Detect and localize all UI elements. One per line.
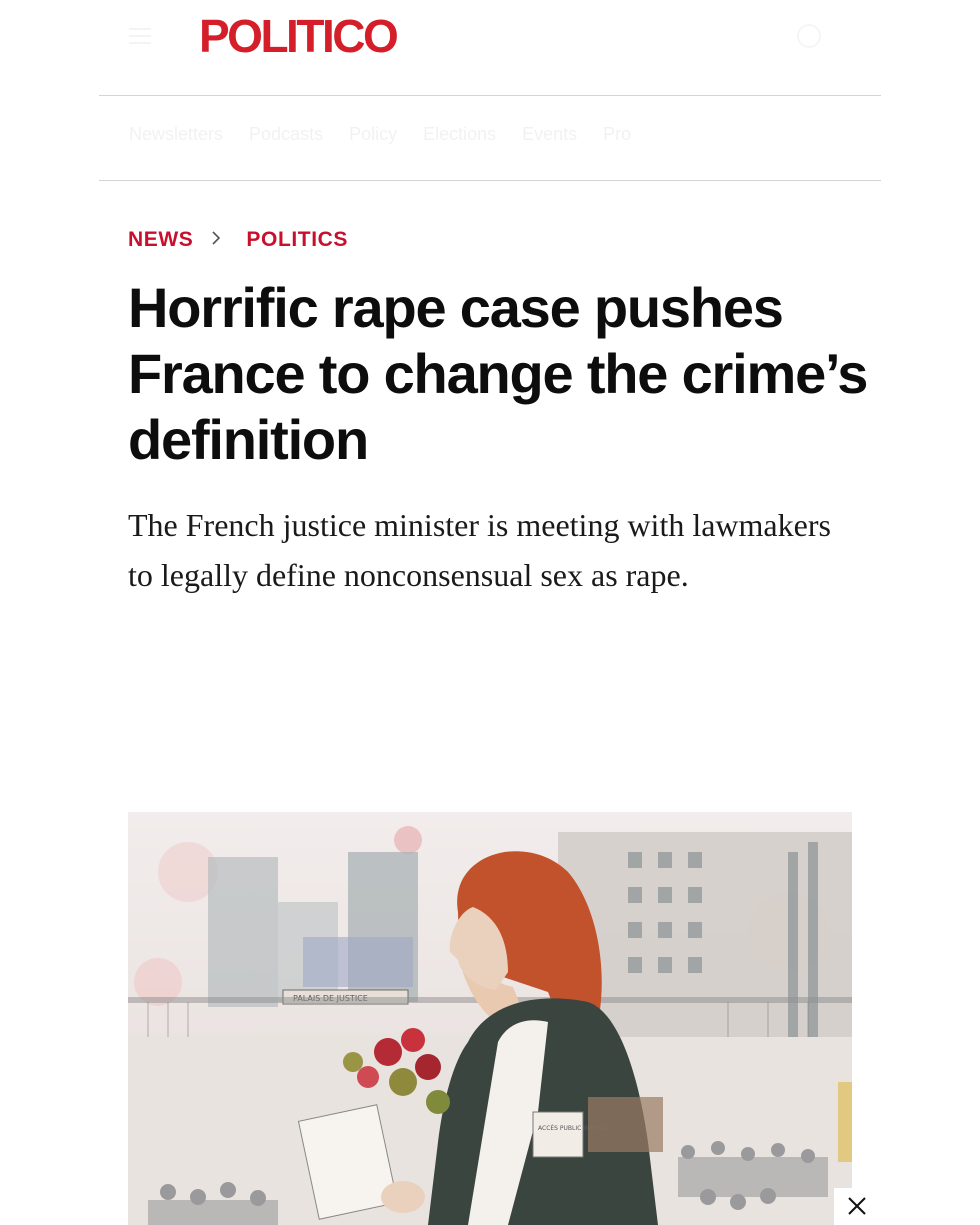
breadcrumb: NEWS POLITICS — [128, 228, 348, 252]
site-header: POLITICO — [99, 0, 881, 96]
user-icon[interactable] — [797, 24, 821, 48]
hero-illustration: PALAIS DE JUSTICE — [128, 812, 852, 1225]
section-nav-item[interactable]: Newsletters — [129, 124, 223, 145]
chevron-right-icon — [211, 229, 222, 252]
breadcrumb-politics-link[interactable]: POLITICS — [246, 228, 348, 252]
courtroom-sketch-illustration: PALAIS DE JUSTICE — [128, 812, 852, 1225]
hamburger-menu-icon[interactable] — [129, 28, 151, 44]
article-dek: The French justice minister is meeting w… — [128, 507, 831, 593]
article-headline: Horrific rape case pushes France to chan… — [128, 276, 868, 471]
politico-logo[interactable]: POLITICO — [199, 11, 399, 61]
section-nav-item[interactable]: Events — [522, 124, 577, 145]
section-nav-item[interactable]: Podcasts — [249, 124, 323, 145]
close-icon[interactable] — [847, 1196, 867, 1216]
section-nav-items: Newsletters Podcasts Policy Elections Events… — [129, 124, 631, 145]
close-button[interactable] — [834, 1188, 880, 1225]
section-nav-item[interactable]: Policy — [349, 124, 397, 145]
section-nav-item[interactable]: Pro — [603, 124, 631, 145]
section-nav: Newsletters Podcasts Policy Elections Events… — [99, 96, 881, 181]
section-nav-item[interactable]: Elections — [423, 124, 496, 145]
breadcrumb-news-link[interactable]: NEWS — [128, 228, 193, 252]
